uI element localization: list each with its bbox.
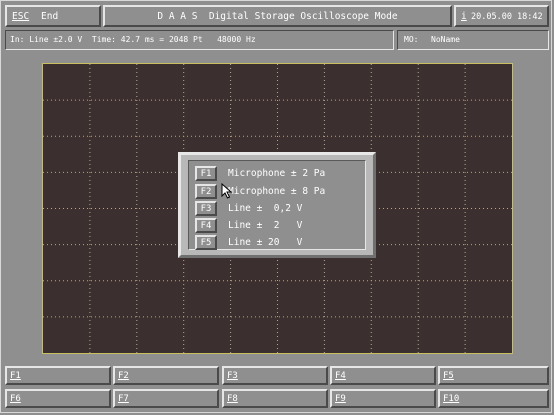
f10-button[interactable]: F10 <box>438 389 549 408</box>
mo-info-bar: MO: NoName <box>397 30 549 50</box>
option-f3-key[interactable]: F3 <box>195 201 217 216</box>
f2-label: F2 <box>118 371 129 381</box>
f9-button[interactable]: F9 <box>330 389 436 408</box>
f10-label: F10 <box>443 394 460 404</box>
mouse-pointer-icon <box>221 183 233 199</box>
input-range-popup: F1 Microphone ± 2 Pa F2 Microphone ± 8 P… <box>178 152 376 258</box>
option-label: Microphone ± 2 Pa <box>228 168 326 179</box>
option-label: Microphone ± 8 Pa <box>228 186 326 197</box>
option-microphone-2pa[interactable]: F1 Microphone ± 2 Pa <box>195 166 363 181</box>
datetime-text: 20.05.00 18:42 <box>471 12 543 22</box>
option-label: Line ± 20 V <box>228 237 303 248</box>
f3-label: F3 <box>227 371 238 381</box>
f6-button[interactable]: F6 <box>5 389 111 408</box>
app-title: D A A S Digital Storage Oscilloscope Mod… <box>157 11 398 22</box>
f8-button[interactable]: F8 <box>222 389 328 408</box>
option-f2-key[interactable]: F2 <box>195 184 217 199</box>
f4-button[interactable]: F4 <box>330 366 436 385</box>
mo-label: MO: <box>404 35 419 44</box>
input-info-text: In: Line ±2.0 V Time: 42.7 ms = 2048 Pt … <box>10 35 256 44</box>
option-label: Line ± 0,2 V <box>228 203 303 214</box>
f1-label: F1 <box>10 371 21 381</box>
f8-label: F8 <box>227 394 238 404</box>
info-icon: i <box>461 11 467 22</box>
option-line-0-2v[interactable]: F3 Line ± 0,2 V <box>195 201 363 216</box>
f9-label: F9 <box>335 394 346 404</box>
datetime-panel[interactable]: i 20.05.00 18:42 <box>454 5 549 27</box>
f3-button[interactable]: F3 <box>222 366 328 385</box>
mo-value: NoName <box>431 35 460 44</box>
input-range-list: F1 Microphone ± 2 Pa F2 Microphone ± 8 P… <box>188 160 366 250</box>
option-f4-key[interactable]: F4 <box>195 218 217 233</box>
end-label: End <box>41 11 59 22</box>
f5-label: F5 <box>443 371 454 381</box>
option-f5-key[interactable]: F5 <box>195 235 217 250</box>
input-info-bar: In: Line ±2.0 V Time: 42.7 ms = 2048 Pt … <box>5 30 394 50</box>
f2-button[interactable]: F2 <box>113 366 219 385</box>
option-f1-key[interactable]: F1 <box>195 166 217 181</box>
f1-button[interactable]: F1 <box>5 366 111 385</box>
f4-label: F4 <box>335 371 346 381</box>
f7-label: F7 <box>118 394 129 404</box>
option-line-20v[interactable]: F5 Line ± 20 V <box>195 235 363 250</box>
f6-label: F6 <box>10 394 21 404</box>
option-line-2v[interactable]: F4 Line ± 2 V <box>195 218 363 233</box>
option-label: Line ± 2 V <box>228 220 303 231</box>
title-bar: D A A S Digital Storage Oscilloscope Mod… <box>103 5 452 27</box>
f5-button[interactable]: F5 <box>438 366 549 385</box>
f7-button[interactable]: F7 <box>113 389 219 408</box>
esc-key-label: ESC <box>12 11 30 22</box>
esc-end-button[interactable]: ESC End <box>5 5 101 27</box>
